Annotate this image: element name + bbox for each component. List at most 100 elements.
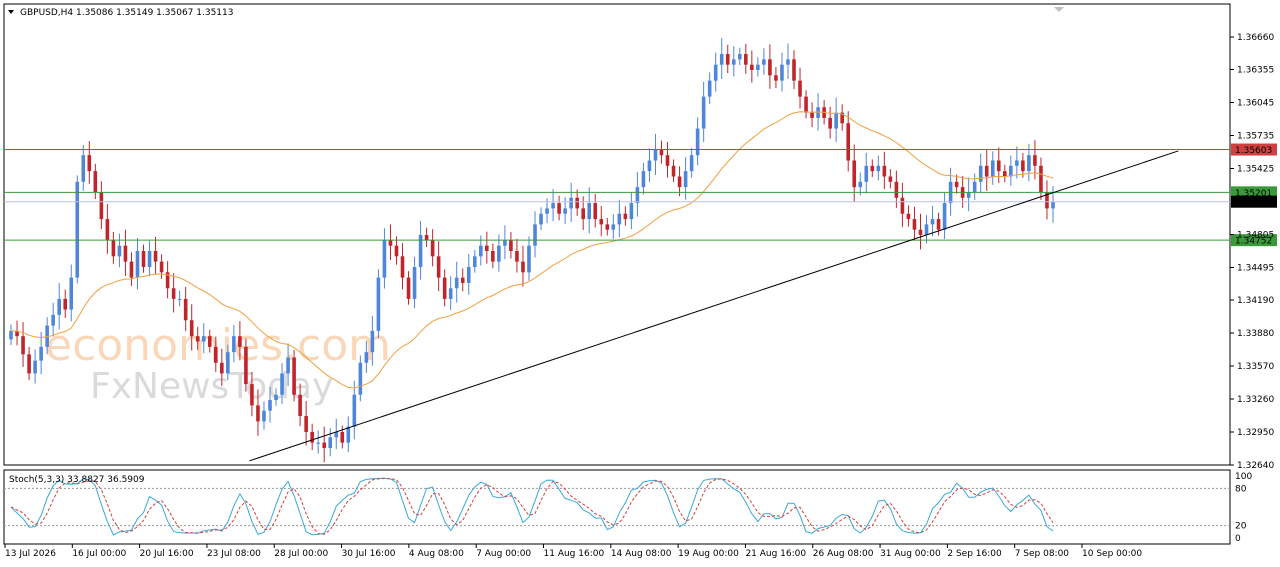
stoch-scale-label: 100: [1235, 472, 1252, 482]
candle-body: [328, 437, 333, 448]
candle-body: [232, 336, 236, 353]
candle-body: [286, 357, 290, 374]
candle-body: [551, 203, 555, 209]
candle-body: [346, 426, 351, 443]
candle-body: [1039, 165, 1043, 193]
stoch-scale-label: 20: [1235, 522, 1247, 532]
candle-body: [617, 213, 622, 225]
price-label-text: 1.35113: [1235, 198, 1272, 208]
candle-body: [207, 336, 212, 347]
y-tick-label: 1.36660: [1237, 33, 1274, 43]
candle-body: [105, 219, 110, 241]
candle-body: [213, 346, 218, 363]
candle-body: [298, 394, 302, 417]
candle-body: [804, 96, 808, 113]
candle-body: [1003, 171, 1007, 177]
candle-body: [63, 298, 68, 310]
candle-body: [322, 442, 327, 448]
candle-body: [683, 171, 688, 188]
candle-body: [689, 155, 694, 172]
candle-body: [81, 155, 86, 182]
candle-body: [189, 320, 194, 337]
candle-body: [750, 64, 754, 71]
candle-body: [183, 298, 188, 321]
candle-body: [792, 59, 796, 81]
candle-body: [954, 181, 959, 188]
candle-body: [226, 352, 230, 374]
candle-body: [141, 251, 146, 267]
candle-body: [33, 360, 37, 374]
candle-body: [117, 245, 122, 257]
candle-body: [918, 229, 923, 236]
candle-body: [810, 112, 814, 118]
candle-body: [659, 149, 664, 156]
candle-body: [503, 240, 507, 246]
candle-body: [611, 224, 616, 230]
candle-body: [996, 160, 1001, 172]
x-tick-label: 20 Jul 16:00: [140, 549, 194, 559]
x-tick-label: 26 Aug 08:00: [813, 549, 874, 559]
candle-body: [394, 245, 399, 257]
candle-body: [816, 107, 820, 118]
candle-body: [707, 80, 712, 97]
candle-body: [846, 123, 851, 161]
candle-body: [852, 160, 857, 188]
candle-body: [129, 261, 134, 278]
candle-body: [472, 256, 477, 267]
candle-body: [448, 288, 453, 299]
candle-body: [780, 64, 784, 81]
candle-body: [876, 165, 881, 172]
candle-body: [912, 219, 917, 230]
candle-body: [21, 336, 25, 355]
candle-body: [220, 362, 224, 374]
candle-body: [424, 235, 429, 241]
x-tick-label: 7 Sep 08:00: [1015, 549, 1070, 559]
candle-body: [1015, 160, 1019, 166]
candle-body: [509, 240, 513, 252]
candle-body: [906, 213, 911, 220]
candle-body: [870, 165, 875, 172]
candle-body: [358, 362, 363, 395]
candle-body: [388, 240, 393, 246]
candle-body: [268, 400, 272, 411]
x-tick-label: 13 Jul 2026: [5, 549, 56, 559]
candle-body: [671, 165, 676, 177]
x-tick-label: 23 Jul 08:00: [207, 549, 261, 559]
candle-body: [593, 203, 598, 220]
x-tick-label: 19 Aug 00:00: [678, 549, 739, 559]
watermark-economies: economies.com: [45, 320, 391, 371]
candle-body: [454, 277, 459, 289]
candle-body: [623, 213, 628, 220]
candle-body: [719, 54, 724, 65]
candle-body: [762, 59, 766, 65]
candle-body: [882, 165, 887, 177]
candle-body: [250, 384, 254, 406]
stoch-info: Stoch(5,3,3) 33.8827 36.5909: [9, 475, 145, 485]
candle-body: [563, 208, 567, 214]
candle-body: [864, 165, 869, 182]
candle-body: [713, 64, 718, 81]
candle-body: [828, 117, 832, 129]
y-tick-label: 1.35735: [1237, 131, 1274, 141]
y-tick-label: 1.33260: [1237, 395, 1274, 405]
candle-body: [786, 59, 790, 65]
candle-body: [647, 160, 652, 172]
candle-body: [695, 128, 700, 156]
candle-body: [93, 171, 98, 193]
candle-body: [370, 330, 375, 353]
candle-body: [1027, 155, 1031, 172]
candle-body: [135, 251, 140, 278]
candle-body: [900, 197, 905, 214]
candle-body: [364, 352, 369, 363]
candle-body: [123, 245, 128, 262]
x-tick-label: 31 Aug 00:00: [880, 549, 941, 559]
candle-body: [466, 266, 471, 283]
candle-body: [442, 277, 447, 299]
candle-body: [51, 314, 55, 326]
candle-body: [256, 405, 260, 422]
candle-body: [731, 59, 736, 65]
candle-body: [310, 431, 314, 443]
candle-body: [382, 240, 387, 278]
candle-body: [677, 176, 682, 188]
x-tick-label: 16 Jul 00:00: [72, 549, 126, 559]
